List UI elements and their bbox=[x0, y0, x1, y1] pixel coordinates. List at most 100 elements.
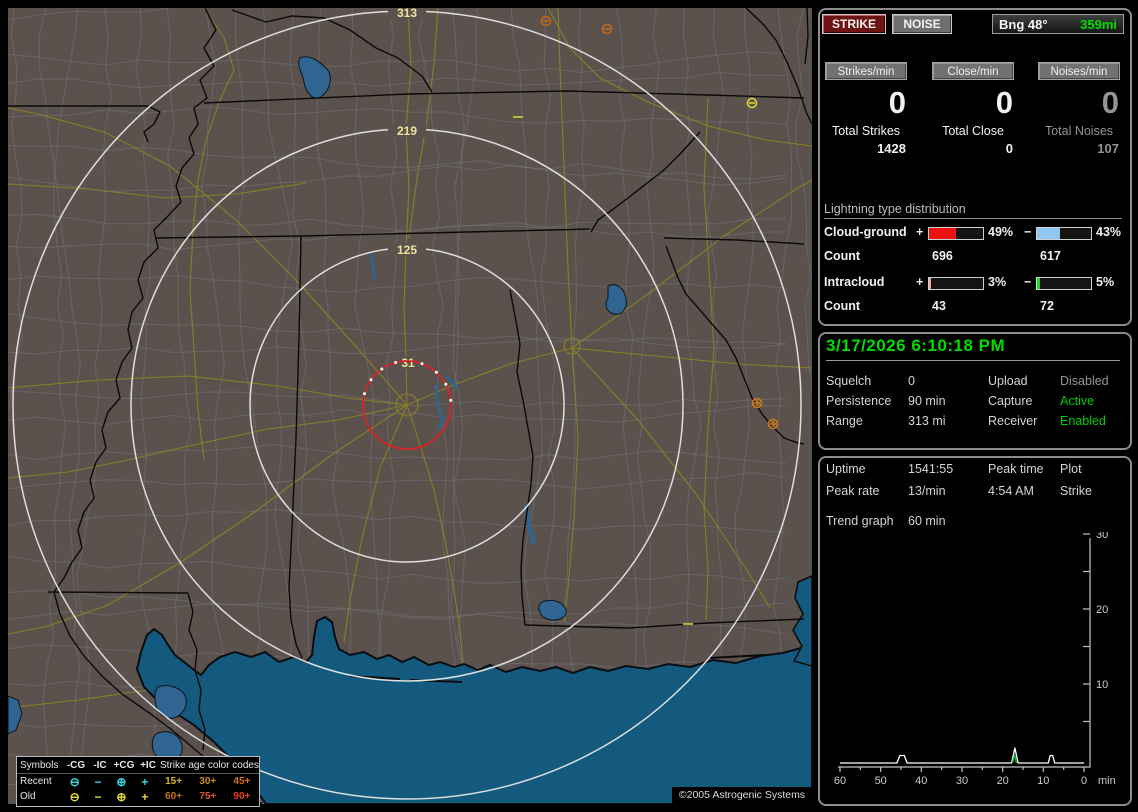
map-view[interactable]: 313 219 125 31 Symbols -CG -IC +CG +IC S… bbox=[8, 8, 812, 807]
peak-time-label: Peak time bbox=[988, 462, 1044, 476]
minus-icon: − bbox=[94, 774, 102, 789]
total-close-value: 0 bbox=[1005, 141, 1013, 156]
age-45: 45+ bbox=[233, 776, 251, 787]
svg-text:30: 30 bbox=[956, 775, 968, 787]
circle-minus-icon: ⊖ bbox=[69, 774, 80, 789]
receiver-status-box: 3/17/2026 6:10:18 PM Squelch 0 Upload Di… bbox=[818, 332, 1132, 450]
peak-rate-label: Peak rate bbox=[826, 484, 880, 498]
noises-per-min-button[interactable]: Noises/min bbox=[1038, 62, 1120, 80]
persistence-value: 90 min bbox=[908, 394, 946, 408]
ring-label-313: 313 bbox=[397, 8, 417, 20]
intracloud-counts: Count 43 72 bbox=[824, 299, 1122, 315]
map-legend: Symbols -CG -IC +CG +IC Strike age color… bbox=[16, 756, 260, 807]
cg-positive-count: 696 bbox=[932, 249, 953, 263]
ic-negative-bar bbox=[1036, 277, 1092, 290]
squelch-value: 0 bbox=[908, 374, 915, 388]
ring-label-219: 219 bbox=[397, 124, 417, 138]
app-window: 313 219 125 31 Symbols -CG -IC +CG +IC S… bbox=[0, 0, 1138, 812]
legend-col-ic-pos: +IC bbox=[140, 759, 156, 771]
age-60: 60+ bbox=[165, 791, 183, 802]
range-label: Range bbox=[826, 414, 863, 428]
status-panel: STRIKE NOISE Bng 48° 359mi Strikes/min 0… bbox=[818, 0, 1134, 812]
strikes-per-min-button[interactable]: Strikes/min bbox=[825, 62, 907, 80]
age-15: 15+ bbox=[165, 776, 183, 787]
status-row: Persistence 90 min Capture Active bbox=[820, 394, 1124, 412]
ic-positive-count: 43 bbox=[932, 299, 946, 313]
age-75: 75+ bbox=[199, 791, 217, 802]
cg-positive-pct: 49% bbox=[988, 225, 1014, 239]
cg-negative-pct: 43% bbox=[1096, 225, 1122, 239]
legend-title: Symbols bbox=[20, 759, 59, 771]
total-strikes-value: 1428 bbox=[877, 141, 906, 156]
strike-button[interactable]: STRIKE bbox=[822, 14, 886, 34]
svg-text:20: 20 bbox=[997, 775, 1009, 787]
range-value: 313 mi bbox=[908, 414, 946, 428]
cloud-ground-row: Cloud-ground + 49% − 43% bbox=[824, 225, 1122, 243]
uptime-value: 1541:55 bbox=[908, 462, 954, 476]
lightning-map[interactable]: 313 219 125 31 bbox=[8, 8, 812, 804]
close-counter: Close/min 0 Total Close 0 bbox=[927, 62, 1019, 156]
circle-plus-icon: ⊕ bbox=[116, 789, 127, 804]
upload-value: Disabled bbox=[1060, 374, 1109, 388]
legend-age-title: Strike age color codes bbox=[160, 759, 259, 771]
close-per-min-value: 0 bbox=[995, 85, 1013, 120]
minus-sign: − bbox=[1024, 225, 1032, 239]
ic-negative-count: 72 bbox=[1040, 299, 1054, 313]
svg-text:0: 0 bbox=[1081, 775, 1087, 787]
datetime: 3/17/2026 6:10:18 PM bbox=[826, 336, 1120, 361]
plus-sign: + bbox=[916, 275, 924, 289]
legend-row-recent: Recent ⊖ − ⊕ + 15+ 30+ 45+ bbox=[17, 774, 259, 789]
trend-graph-value: 60 min bbox=[908, 514, 946, 528]
persistence-label: Persistence bbox=[826, 394, 892, 408]
legend-recent-label: Recent bbox=[20, 776, 52, 787]
cg-negative-bar bbox=[1036, 227, 1092, 240]
total-noises-label: Total Noises bbox=[1044, 124, 1114, 138]
count-label: Count bbox=[824, 299, 861, 313]
noise-button[interactable]: NOISE bbox=[892, 14, 952, 34]
close-per-min-button[interactable]: Close/min bbox=[932, 62, 1014, 80]
svg-text:10: 10 bbox=[1037, 775, 1049, 787]
plot-label: Plot bbox=[1060, 462, 1082, 476]
peak-rate-value: 13/min bbox=[908, 484, 946, 498]
squelch-label: Squelch bbox=[826, 374, 872, 388]
peak-rate-row: Peak rate 13/min 4:54 AM Strike bbox=[820, 484, 1124, 502]
trend-graph-row: Trend graph 60 min bbox=[820, 514, 1124, 532]
lightning-distribution: Lightning type distribution Cloud-ground… bbox=[824, 202, 1122, 325]
capture-value: Active bbox=[1060, 394, 1095, 408]
peak-time-value: 4:54 AM bbox=[988, 484, 1034, 498]
svg-text:60: 60 bbox=[834, 775, 846, 787]
strikes-counter: Strikes/min 0 Total Strikes 1428 bbox=[820, 62, 912, 156]
bearing-label: Bng 48° bbox=[999, 16, 1048, 32]
svg-text:20: 20 bbox=[1096, 604, 1108, 616]
ring-label-125: 125 bbox=[397, 243, 417, 257]
plus-sign: + bbox=[916, 225, 924, 239]
receiver-value: Enabled bbox=[1060, 414, 1106, 428]
bearing-range: 359mi bbox=[1080, 16, 1117, 32]
svg-text:30: 30 bbox=[1096, 532, 1108, 541]
trend-chart: 0 10 20 30 40 50 60 min 30 20 10 bbox=[834, 532, 1116, 787]
ic-positive-bar bbox=[928, 277, 984, 290]
counters-box: STRIKE NOISE Bng 48° 359mi Strikes/min 0… bbox=[818, 8, 1132, 326]
legend-col-cg-pos: +CG bbox=[113, 759, 135, 771]
cloud-ground-counts: Count 696 617 bbox=[824, 249, 1122, 265]
distribution-title: Lightning type distribution bbox=[824, 202, 1122, 219]
status-row: Range 313 mi Receiver Enabled bbox=[820, 414, 1124, 432]
noises-per-min-value: 0 bbox=[1101, 85, 1119, 120]
uptime-row: Uptime 1541:55 Peak time Plot bbox=[820, 462, 1124, 480]
trend-graph-label: Trend graph bbox=[826, 514, 894, 528]
copyright: ©2005 Astrogenic Systems bbox=[672, 787, 812, 804]
svg-text:10: 10 bbox=[1096, 679, 1108, 691]
count-label: Count bbox=[824, 249, 861, 263]
ic-positive-pct: 3% bbox=[988, 275, 1007, 289]
legend-old-label: Old bbox=[20, 791, 36, 802]
plot-value: Strike bbox=[1060, 484, 1092, 498]
plus-icon: + bbox=[141, 789, 149, 804]
uptime-label: Uptime bbox=[826, 462, 866, 476]
svg-text:50: 50 bbox=[875, 775, 887, 787]
ic-negative-pct: 5% bbox=[1096, 275, 1115, 289]
age-90: 90+ bbox=[233, 791, 251, 802]
upload-label: Upload bbox=[988, 374, 1028, 388]
circle-minus-icon: ⊖ bbox=[69, 789, 80, 804]
total-noises-value: 107 bbox=[1097, 141, 1119, 156]
cg-positive-bar bbox=[928, 227, 984, 240]
